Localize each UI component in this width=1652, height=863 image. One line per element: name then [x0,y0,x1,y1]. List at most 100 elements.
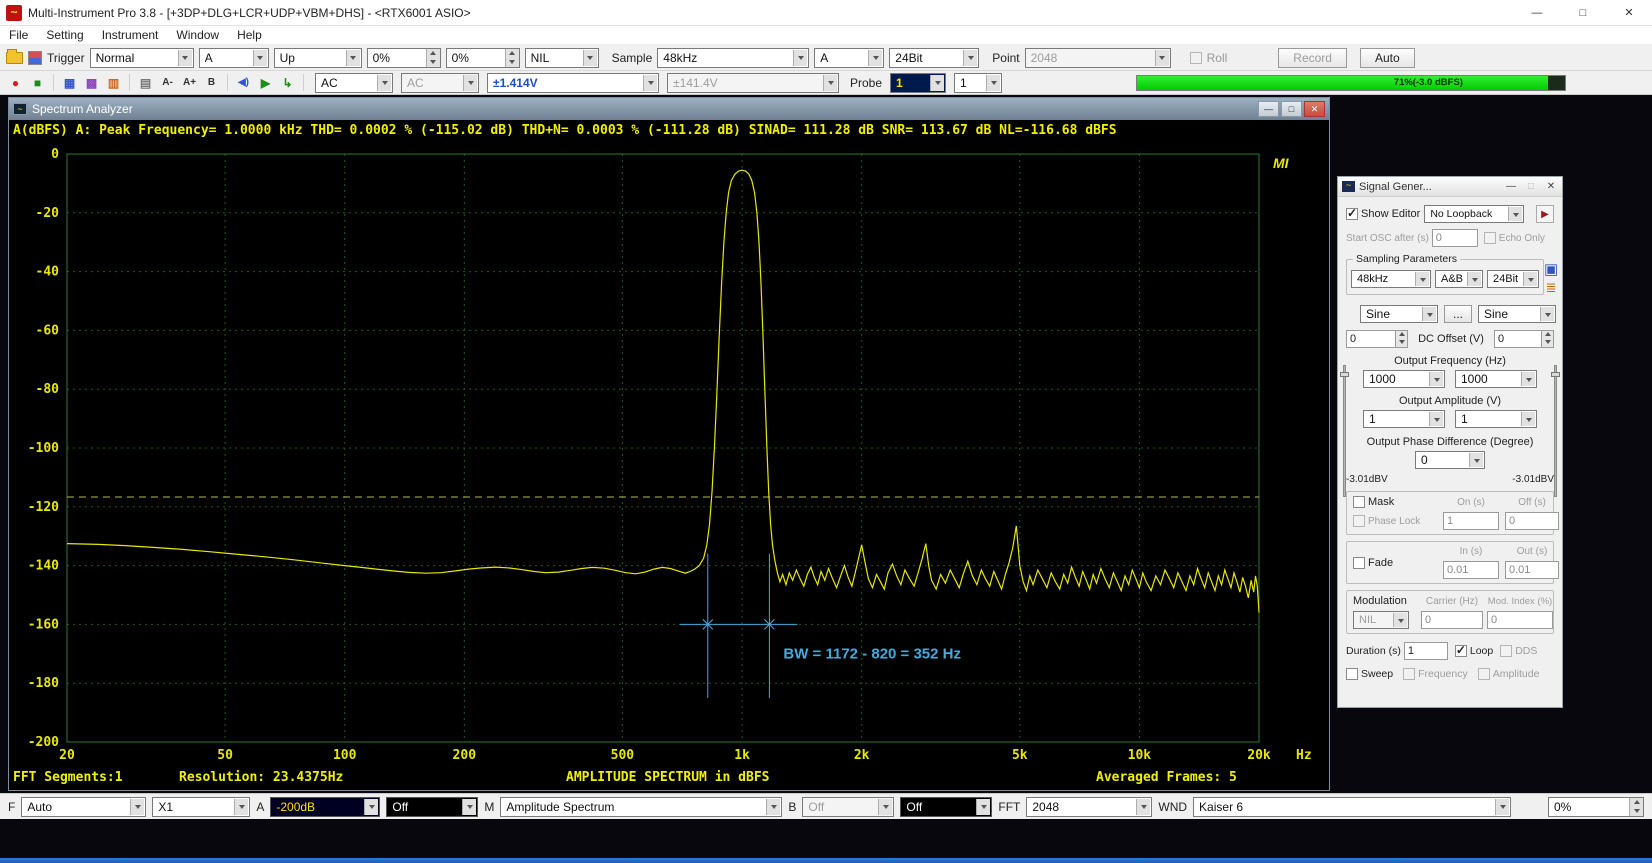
spectrum-titlebar[interactable]: ~ Spectrum Analyzer — □ ✕ [9,98,1329,120]
waveform-b-select[interactable]: Sine [1478,305,1556,323]
font-increase-icon[interactable]: A+ [180,74,199,92]
coupling-b-select[interactable]: AC [401,73,479,93]
probe-a-select[interactable]: 1 [890,73,946,93]
phase-lock-a-input[interactable] [1443,512,1499,530]
trigger-level-spinner[interactable]: 0% [367,48,441,68]
coupling-a-select[interactable]: AC [315,73,393,93]
probe-b-select[interactable]: 1 [954,73,1002,93]
zoom-select[interactable]: X1 [152,797,250,817]
sweep-frequency-checkbox[interactable] [1403,668,1415,680]
start-generator-button[interactable]: ▶ [1536,205,1554,223]
show-editor-checkbox[interactable] [1346,208,1358,220]
signal-generator-titlebar[interactable]: ~ Signal Gener... — □ ✕ [1338,177,1562,197]
slider-handle[interactable] [1340,372,1349,377]
frequency-b-select[interactable]: 1000 [1455,370,1537,388]
save-icon[interactable]: ▣ [1544,263,1558,277]
menu-window[interactable]: Window [167,28,228,42]
spin-down-icon[interactable] [506,57,519,67]
open-file-icon[interactable] [6,52,23,64]
amplitude-a-select[interactable]: 1 [1363,410,1445,428]
frequency-axis-select[interactable]: Auto [21,797,146,817]
spin-up-icon[interactable] [1630,798,1643,806]
close-button[interactable]: ✕ [1606,0,1652,25]
minimize-button[interactable]: — [1258,101,1279,117]
auto-button[interactable]: Auto [1360,48,1415,68]
minimize-button[interactable]: — [1504,181,1518,192]
fade-out-input[interactable] [1505,561,1559,579]
spin-down-icon[interactable] [1396,337,1407,347]
menu-help[interactable]: Help [228,28,271,42]
spin-up-icon[interactable] [506,49,519,57]
sweep-checkbox[interactable] [1346,668,1358,680]
spin-down-icon[interactable] [1542,337,1553,347]
phase-lock-b-input[interactable] [1505,512,1559,530]
modulation-type-select[interactable]: NIL [1353,611,1409,629]
generator-rate-select[interactable]: 48kHz [1351,270,1431,288]
sampling-rate-select[interactable]: 48kHz [657,48,809,68]
trigger-edge-select[interactable]: Up [274,48,362,68]
start-osc-input[interactable] [1432,229,1478,247]
trigger-rejection-select[interactable]: NIL [525,48,599,68]
loop-icon[interactable]: ↳ [278,74,297,92]
bit-depth-select[interactable]: 24Bit [889,48,979,68]
b-mode-select[interactable]: Off [900,797,992,817]
minimize-button[interactable]: — [1514,0,1560,25]
multi-view-icon[interactable]: ▥ [104,74,123,92]
spin-down-icon[interactable] [427,57,440,67]
waveform-a-select[interactable]: Sine [1360,305,1438,323]
frequency-a-select[interactable]: 1000 [1363,370,1445,388]
a-range-select[interactable]: -200dB [270,797,380,817]
maximize-button[interactable]: □ [1560,0,1606,25]
fade-in-input[interactable] [1443,561,1499,579]
trigger-source-select[interactable]: A [199,48,269,68]
overlap-spinner[interactable]: 0% [1548,797,1644,817]
spin-up-icon[interactable] [427,49,440,57]
trigger-mode-select[interactable]: Normal [90,48,194,68]
spectrogram-view-icon[interactable]: ▩ [82,74,101,92]
waterfall-view-icon[interactable]: ▦ [60,74,79,92]
mod-index-input[interactable] [1487,611,1553,629]
spectrum-plot[interactable]: 20501002005001k2k5k10k20k0-20-40-60-80-1… [9,142,1329,770]
maximize-button[interactable]: □ [1524,181,1538,192]
range-b-select[interactable]: ±141.4V [667,73,839,93]
dc-offset-a-input[interactable] [1346,330,1396,348]
window-function-select[interactable]: Kaiser 6 [1193,797,1511,817]
dc-offset-b-spinner[interactable] [1542,330,1554,348]
amplitude-b-slider[interactable] [1551,365,1560,497]
font-decrease-icon[interactable]: A- [158,74,177,92]
menu-instrument[interactable]: Instrument [93,28,168,42]
fade-checkbox[interactable] [1353,557,1365,569]
play-icon[interactable]: ▶ [256,74,275,92]
echo-only-checkbox[interactable] [1484,232,1496,244]
waveform-library-icon[interactable]: ≣ [1546,282,1557,294]
close-button[interactable]: ✕ [1544,181,1558,192]
generator-bits-select[interactable]: 24Bit [1487,270,1539,288]
sampling-channel-select[interactable]: A [814,48,884,68]
close-button[interactable]: ✕ [1304,101,1325,117]
phase-difference-select[interactable]: 0 [1415,451,1485,469]
slider-handle[interactable] [1551,372,1560,377]
record-length-select[interactable]: 2048 [1025,48,1171,68]
a-mode-select[interactable]: Off [386,797,478,817]
stop-icon[interactable]: ■ [28,74,47,92]
phase-lock-checkbox[interactable] [1353,515,1365,527]
dds-checkbox[interactable] [1500,645,1512,657]
roll-checkbox[interactable] [1190,52,1202,64]
display-mode-select[interactable]: Amplitude Spectrum [500,797,782,817]
waveform-editor-button[interactable]: ... [1444,305,1472,323]
carrier-input[interactable] [1421,611,1483,629]
mask-checkbox[interactable] [1353,496,1365,508]
maximize-button[interactable]: □ [1281,101,1302,117]
b-range-select[interactable]: Off [802,797,894,817]
menu-setting[interactable]: Setting [37,28,92,42]
dc-offset-b-input[interactable] [1494,330,1542,348]
sweep-amplitude-checkbox[interactable] [1478,668,1490,680]
range-a-select[interactable]: ±1.414V [487,73,659,93]
generator-channels-select[interactable]: A&B [1435,270,1483,288]
menu-file[interactable]: File [0,28,37,42]
print-icon[interactable]: ▤ [136,74,155,92]
loop-checkbox[interactable] [1455,645,1467,657]
record-icon[interactable]: ● [6,74,25,92]
duration-input[interactable] [1404,642,1448,660]
amplitude-a-slider[interactable] [1340,365,1349,497]
